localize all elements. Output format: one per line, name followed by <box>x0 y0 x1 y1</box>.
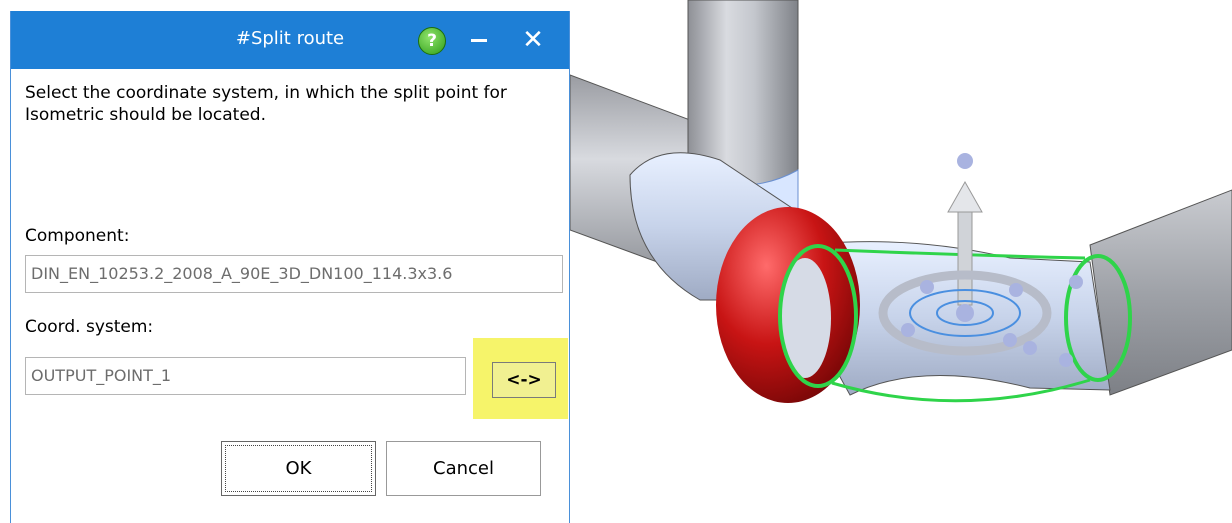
pipe-model-render <box>570 0 1232 403</box>
dialog-titlebar[interactable]: #Split route ? ✕ <box>11 11 569 69</box>
coord-system-field[interactable]: OUTPUT_POINT_1 <box>25 357 466 395</box>
swap-button[interactable]: <-> <box>492 362 556 398</box>
instruction-text: Select the coordinate system, in which t… <box>25 83 507 125</box>
3d-viewport[interactable] <box>570 0 1232 523</box>
close-icon[interactable]: ✕ <box>518 25 548 55</box>
component-label: Component: <box>25 226 130 246</box>
cancel-button[interactable]: Cancel <box>386 441 541 496</box>
component-field[interactable]: DIN_EN_10253.2_2008_A_90E_3D_DN100_114.3… <box>25 255 563 293</box>
help-icon[interactable]: ? <box>418 27 446 55</box>
split-route-dialog: #Split route ? ✕ Select the coordinate s… <box>10 11 570 523</box>
ok-button[interactable]: OK <box>221 441 376 496</box>
coord-system-label: Coord. system: <box>25 317 154 337</box>
pipe-right <box>1089 189 1232 396</box>
minimize-icon[interactable] <box>466 27 492 53</box>
